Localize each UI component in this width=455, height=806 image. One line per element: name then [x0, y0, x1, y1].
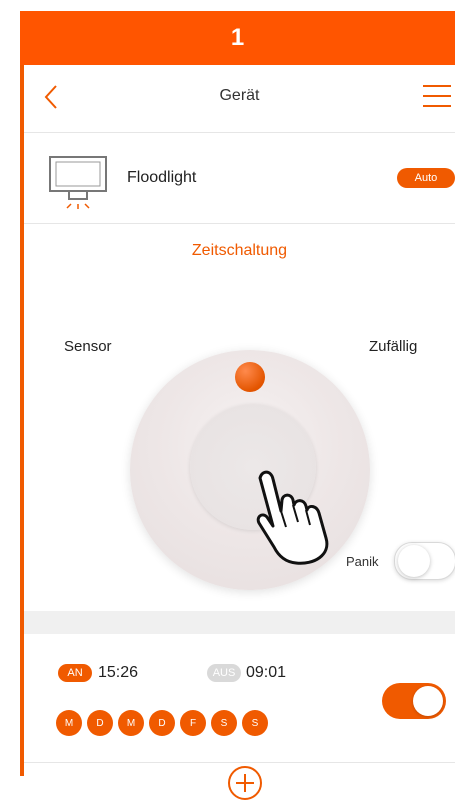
weekday-tuesday[interactable]: D — [87, 710, 113, 736]
menu-button[interactable] — [423, 85, 453, 111]
panic-toggle-knob — [398, 545, 430, 577]
add-schedule-button[interactable] — [227, 765, 263, 801]
weekday-saturday[interactable]: S — [211, 710, 237, 736]
schedule-enabled-toggle[interactable] — [382, 683, 446, 719]
menu-line — [423, 95, 451, 97]
weekday-monday[interactable]: M — [56, 710, 82, 736]
floodlight-icon — [49, 156, 107, 209]
on-time-badge: AN — [58, 664, 92, 682]
weekday-friday[interactable]: F — [180, 710, 206, 736]
sensor-mode-label: Sensor — [64, 338, 112, 355]
step-number-banner: 1 — [20, 11, 455, 65]
selected-mode-label: Zeitschaltung — [191, 242, 288, 259]
device-mode-badge[interactable]: Auto — [397, 168, 455, 188]
hand-pointer-icon — [256, 470, 329, 565]
weekday-wednesday[interactable]: M — [118, 710, 144, 736]
off-time: 09:01 — [246, 664, 287, 681]
page-title: Gerät — [219, 87, 260, 104]
top-navigation-bar: Gerät — [24, 65, 455, 133]
device-row[interactable]: Floodlight Auto — [24, 133, 455, 224]
menu-line — [423, 105, 451, 107]
on-time: 15:26 — [98, 664, 139, 681]
dial-knob[interactable] — [235, 362, 265, 392]
menu-line — [423, 85, 451, 87]
weekday-thursday[interactable]: D — [149, 710, 175, 736]
off-time-badge: AUS — [207, 664, 241, 682]
plus-circle-icon — [228, 766, 262, 800]
device-screen: Gerät Floodlight Auto Zeitschaltung Sens… — [24, 65, 455, 800]
weekday-list: M D M D F S S — [56, 710, 273, 736]
random-mode-label: Zufällig — [369, 338, 418, 355]
panic-toggle[interactable] — [394, 542, 455, 580]
panic-label: Panik — [346, 554, 379, 569]
step-number: 1 — [230, 24, 245, 51]
schedule-card[interactable]: AN 15:26 AUS 09:01 M D M D F S S — [24, 634, 455, 763]
weekday-sunday[interactable]: S — [242, 710, 268, 736]
mode-selector-area: Zeitschaltung Sensor Zufällig Panik — [24, 224, 455, 611]
schedule-toggle-knob — [413, 686, 443, 716]
device-name: Floodlight — [127, 169, 197, 186]
section-divider — [24, 611, 455, 634]
